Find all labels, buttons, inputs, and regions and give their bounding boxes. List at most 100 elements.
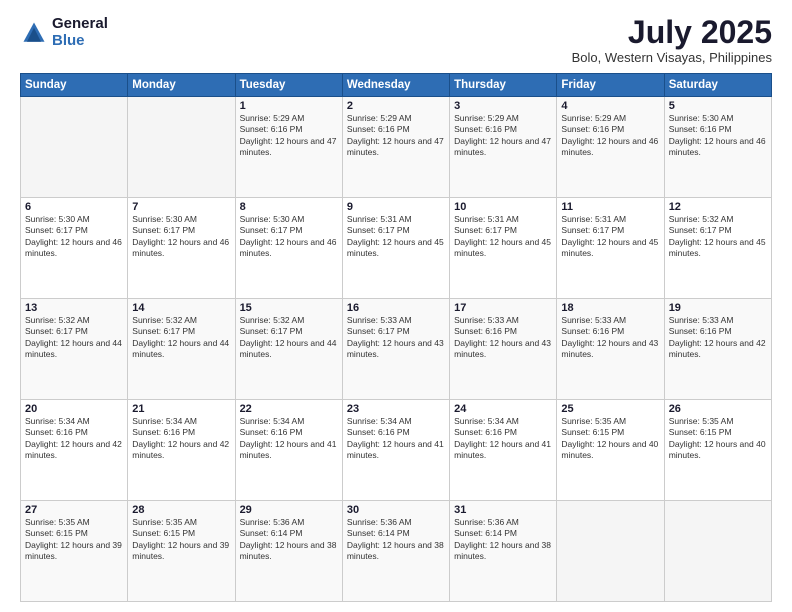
calendar-cell: 16Sunrise: 5:33 AMSunset: 6:17 PMDayligh… bbox=[342, 299, 449, 400]
day-info: Sunrise: 5:35 AMSunset: 6:15 PMDaylight:… bbox=[25, 517, 123, 563]
calendar-cell: 31Sunrise: 5:36 AMSunset: 6:14 PMDayligh… bbox=[450, 501, 557, 602]
week-row-2: 6 Sunrise: 5:30 AMSunset: 6:17 PMDaylight… bbox=[21, 198, 772, 299]
day-number: 18 bbox=[561, 302, 659, 314]
day-info: Sunrise: 5:29 AMSunset: 6:16 PMDaylight:… bbox=[454, 113, 552, 159]
day-number: 30 bbox=[347, 504, 445, 516]
day-info: Sunrise: 5:36 AMSunset: 6:14 PMDaylight:… bbox=[347, 517, 445, 563]
day-number: 16 bbox=[347, 302, 445, 314]
day-info: Sunrise: 5:32 AMSunset: 6:17 PMDaylight:… bbox=[669, 214, 767, 260]
day-info: Sunrise: 5:34 AMSunset: 6:16 PMDaylight:… bbox=[347, 416, 445, 462]
calendar-cell: 2Sunrise: 5:29 AMSunset: 6:16 PMDaylight… bbox=[342, 97, 449, 198]
day-number: 20 bbox=[25, 403, 123, 415]
day-info: Sunrise: 5:29 AMSunset: 6:16 PMDaylight:… bbox=[240, 113, 338, 159]
weekday-header-friday: Friday bbox=[557, 74, 664, 97]
calendar-cell: 7Sunrise: 5:30 AMSunset: 6:17 PMDaylight… bbox=[128, 198, 235, 299]
day-number: 4 bbox=[561, 100, 659, 112]
day-info: Sunrise: 5:29 AMSunset: 6:16 PMDaylight:… bbox=[347, 113, 445, 159]
calendar-cell: 29Sunrise: 5:36 AMSunset: 6:14 PMDayligh… bbox=[235, 501, 342, 602]
day-info: Sunrise: 5:35 AMSunset: 6:15 PMDaylight:… bbox=[669, 416, 767, 462]
logo-general-text: General bbox=[52, 16, 108, 33]
day-info: Sunrise: 5:34 AMSunset: 6:16 PMDaylight:… bbox=[25, 416, 123, 462]
calendar-cell: 19Sunrise: 5:33 AMSunset: 6:16 PMDayligh… bbox=[664, 299, 771, 400]
calendar-cell: 17Sunrise: 5:33 AMSunset: 6:16 PMDayligh… bbox=[450, 299, 557, 400]
weekday-header-wednesday: Wednesday bbox=[342, 74, 449, 97]
calendar-cell: 18Sunrise: 5:33 AMSunset: 6:16 PMDayligh… bbox=[557, 299, 664, 400]
calendar-cell: 27Sunrise: 5:35 AMSunset: 6:15 PMDayligh… bbox=[21, 501, 128, 602]
day-info: Sunrise: 5:32 AMSunset: 6:17 PMDaylight:… bbox=[25, 315, 123, 361]
day-info: Sunrise: 5:34 AMSunset: 6:16 PMDaylight:… bbox=[454, 416, 552, 462]
calendar-cell: 5Sunrise: 5:30 AMSunset: 6:16 PMDaylight… bbox=[664, 97, 771, 198]
day-number: 11 bbox=[561, 201, 659, 213]
day-number: 22 bbox=[240, 403, 338, 415]
calendar-cell: 10Sunrise: 5:31 AMSunset: 6:17 PMDayligh… bbox=[450, 198, 557, 299]
day-number: 2 bbox=[347, 100, 445, 112]
day-info: Sunrise: 5:32 AMSunset: 6:17 PMDaylight:… bbox=[132, 315, 230, 361]
day-number: 31 bbox=[454, 504, 552, 516]
day-number: 15 bbox=[240, 302, 338, 314]
day-number: 26 bbox=[669, 403, 767, 415]
calendar-cell: 6Sunrise: 5:30 AMSunset: 6:17 PMDaylight… bbox=[21, 198, 128, 299]
day-info: Sunrise: 5:34 AMSunset: 6:16 PMDaylight:… bbox=[132, 416, 230, 462]
day-number: 24 bbox=[454, 403, 552, 415]
week-row-5: 27Sunrise: 5:35 AMSunset: 6:15 PMDayligh… bbox=[21, 501, 772, 602]
week-row-4: 20Sunrise: 5:34 AMSunset: 6:16 PMDayligh… bbox=[21, 400, 772, 501]
day-number: 29 bbox=[240, 504, 338, 516]
calendar-cell bbox=[664, 501, 771, 602]
calendar-cell: 13Sunrise: 5:32 AMSunset: 6:17 PMDayligh… bbox=[21, 299, 128, 400]
day-info: Sunrise: 5:31 AMSunset: 6:17 PMDaylight:… bbox=[347, 214, 445, 260]
calendar-cell bbox=[21, 97, 128, 198]
weekday-header-monday: Monday bbox=[128, 74, 235, 97]
calendar-cell: 24Sunrise: 5:34 AMSunset: 6:16 PMDayligh… bbox=[450, 400, 557, 501]
day-number: 13 bbox=[25, 302, 123, 314]
week-row-3: 13Sunrise: 5:32 AMSunset: 6:17 PMDayligh… bbox=[21, 299, 772, 400]
calendar-cell: 23Sunrise: 5:34 AMSunset: 6:16 PMDayligh… bbox=[342, 400, 449, 501]
calendar-cell: 22Sunrise: 5:34 AMSunset: 6:16 PMDayligh… bbox=[235, 400, 342, 501]
weekday-header-tuesday: Tuesday bbox=[235, 74, 342, 97]
day-number: 7 bbox=[132, 201, 230, 213]
day-number: 8 bbox=[240, 201, 338, 213]
calendar-cell: 9Sunrise: 5:31 AMSunset: 6:17 PMDaylight… bbox=[342, 198, 449, 299]
logo-blue-text: Blue bbox=[52, 33, 108, 50]
logo: General Blue bbox=[20, 16, 108, 49]
day-number: 12 bbox=[669, 201, 767, 213]
calendar-table: SundayMondayTuesdayWednesdayThursdayFrid… bbox=[20, 73, 772, 602]
logo-icon bbox=[20, 19, 48, 47]
weekday-header-thursday: Thursday bbox=[450, 74, 557, 97]
day-number: 27 bbox=[25, 504, 123, 516]
day-number: 1 bbox=[240, 100, 338, 112]
calendar-cell: 14Sunrise: 5:32 AMSunset: 6:17 PMDayligh… bbox=[128, 299, 235, 400]
weekday-header-row: SundayMondayTuesdayWednesdayThursdayFrid… bbox=[21, 74, 772, 97]
day-info: Sunrise: 5:34 AMSunset: 6:16 PMDaylight:… bbox=[240, 416, 338, 462]
day-info: Sunrise: 5:29 AMSunset: 6:16 PMDaylight:… bbox=[561, 113, 659, 159]
day-info: Sunrise: 5:30 AMSunset: 6:16 PMDaylight:… bbox=[669, 113, 767, 159]
calendar-cell: 11Sunrise: 5:31 AMSunset: 6:17 PMDayligh… bbox=[557, 198, 664, 299]
day-number: 5 bbox=[669, 100, 767, 112]
weekday-header-sunday: Sunday bbox=[21, 74, 128, 97]
day-number: 3 bbox=[454, 100, 552, 112]
calendar-cell: 26Sunrise: 5:35 AMSunset: 6:15 PMDayligh… bbox=[664, 400, 771, 501]
calendar-cell: 21Sunrise: 5:34 AMSunset: 6:16 PMDayligh… bbox=[128, 400, 235, 501]
calendar-cell: 1Sunrise: 5:29 AMSunset: 6:16 PMDaylight… bbox=[235, 97, 342, 198]
day-info: Sunrise: 5:33 AMSunset: 6:16 PMDaylight:… bbox=[454, 315, 552, 361]
day-info: Sunrise: 5:36 AMSunset: 6:14 PMDaylight:… bbox=[240, 517, 338, 563]
header: General Blue July 2025 Bolo, Western Vis… bbox=[20, 16, 772, 65]
calendar-cell: 3Sunrise: 5:29 AMSunset: 6:16 PMDaylight… bbox=[450, 97, 557, 198]
day-number: 6 bbox=[25, 201, 123, 213]
calendar-cell: 20Sunrise: 5:34 AMSunset: 6:16 PMDayligh… bbox=[21, 400, 128, 501]
calendar-cell: 25Sunrise: 5:35 AMSunset: 6:15 PMDayligh… bbox=[557, 400, 664, 501]
calendar-cell: 15Sunrise: 5:32 AMSunset: 6:17 PMDayligh… bbox=[235, 299, 342, 400]
day-number: 25 bbox=[561, 403, 659, 415]
calendar-cell bbox=[128, 97, 235, 198]
day-info: Sunrise: 5:30 AMSunset: 6:17 PMDaylight:… bbox=[132, 214, 230, 260]
day-number: 10 bbox=[454, 201, 552, 213]
calendar-cell: 4Sunrise: 5:29 AMSunset: 6:16 PMDaylight… bbox=[557, 97, 664, 198]
day-info: Sunrise: 5:33 AMSunset: 6:16 PMDaylight:… bbox=[561, 315, 659, 361]
logo-text: General Blue bbox=[52, 16, 108, 49]
day-info: Sunrise: 5:33 AMSunset: 6:16 PMDaylight:… bbox=[669, 315, 767, 361]
calendar-cell: 28Sunrise: 5:35 AMSunset: 6:15 PMDayligh… bbox=[128, 501, 235, 602]
day-number: 23 bbox=[347, 403, 445, 415]
month-year: July 2025 bbox=[572, 16, 772, 48]
weekday-header-saturday: Saturday bbox=[664, 74, 771, 97]
calendar-cell: 30Sunrise: 5:36 AMSunset: 6:14 PMDayligh… bbox=[342, 501, 449, 602]
calendar-cell: 12Sunrise: 5:32 AMSunset: 6:17 PMDayligh… bbox=[664, 198, 771, 299]
